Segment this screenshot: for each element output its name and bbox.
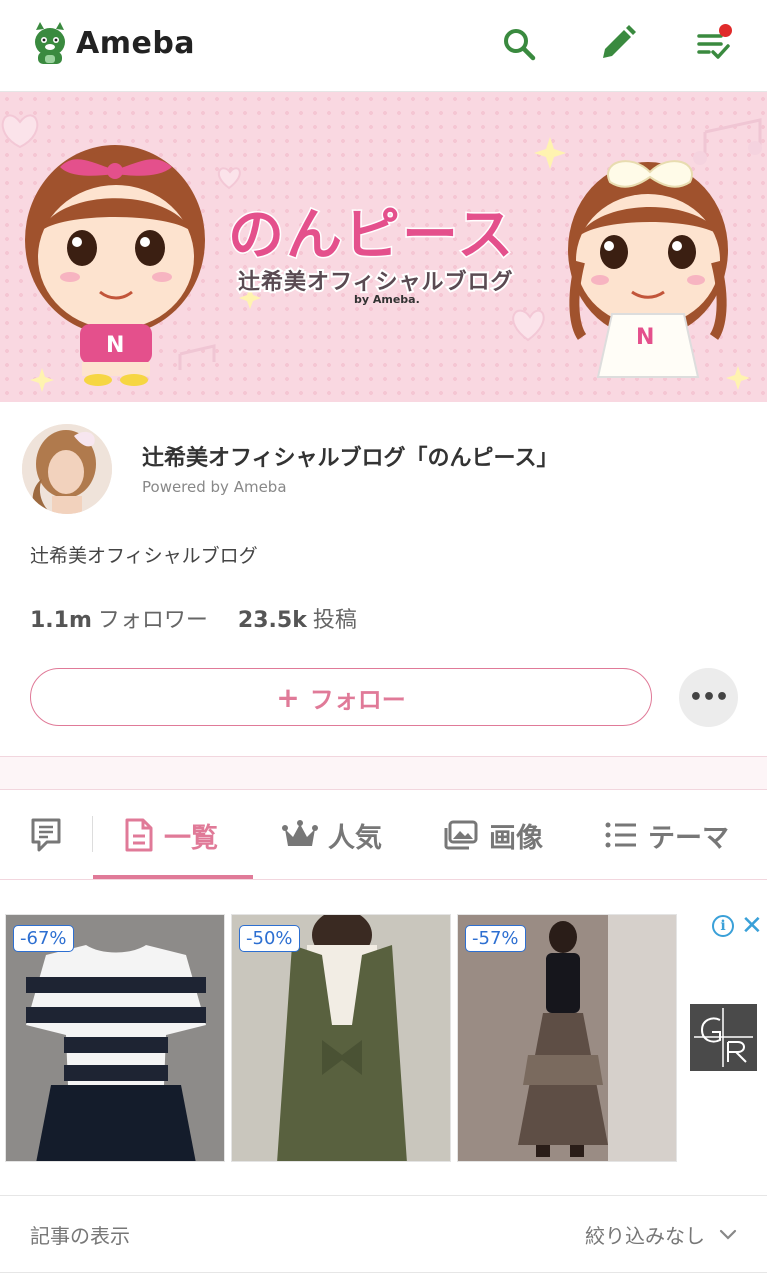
blog-avatar[interactable] [22,424,112,514]
list-icon [605,822,636,848]
blog-stats: 1.1m フォロワー 23.5k 投稿 [30,602,357,634]
followers-stat[interactable]: 1.1m フォロワー [30,602,208,634]
ad-item[interactable]: -67% [5,914,225,1162]
search-icon [504,29,536,61]
logo-text: Ameba [76,25,196,61]
filter-value: 絞り込みなし [585,1224,705,1248]
article-filter-select[interactable]: 絞り込みなし [585,1220,737,1249]
follow-button[interactable]: + フォロー [30,668,652,726]
app-header: Ameba [0,0,767,92]
banner-by-ameba: by Ameba. [354,293,420,306]
advertiser-logo-icon [690,1004,757,1071]
ad-item[interactable]: -50% [231,914,451,1162]
ad-item[interactable]: -57% [457,914,677,1162]
blog-description: 辻希美オフィシャルブログ [30,545,258,567]
comment-list-icon [31,818,61,852]
active-tab-indicator [93,875,253,879]
tab-theme-label: テーマ [648,822,729,854]
section-divider [0,756,767,790]
chevron-down-icon [719,1229,737,1240]
blog-title[interactable]: 辻希美オフィシャルブログ「のんピース」 [142,440,558,472]
more-options-button[interactable]: ••• [679,668,738,727]
discount-badge: -57% [465,925,526,952]
avatar-image [22,424,112,514]
powered-by-text: Powered by Ameba [142,478,287,496]
followers-label: フォロワー [97,608,208,633]
plus-icon: + [276,680,300,714]
ad-product-image [6,915,224,1161]
posts-stat: 23.5k 投稿 [238,602,357,634]
tab-popular-label: 人気 [328,822,382,854]
ad-product-image [232,915,450,1161]
discount-badge: -50% [239,925,300,952]
more-dots-icon: ••• [688,685,729,710]
pen-icon [603,25,636,58]
banner-title: のんピース [226,202,516,270]
discount-badge: -67% [13,925,74,952]
ad-product-image [458,915,676,1161]
ameba-mascot-icon [35,22,65,64]
blog-tabs: 一覧 人気 画像 テーマ [0,790,767,880]
svg-text:N: N [636,325,654,350]
svg-text:N: N [106,333,124,358]
document-icon [125,818,153,852]
blog-banner: N N のんピース 辻希美オフィシャルブログ by Ameba. [0,92,767,402]
search-button[interactable] [497,22,541,66]
tab-images[interactable]: 画像 [443,790,543,880]
write-button[interactable] [595,22,639,66]
ameba-logo[interactable]: Ameba [30,20,195,66]
advertiser-logo[interactable] [690,1004,757,1071]
ad-close-icon[interactable]: ✕ [741,911,763,941]
images-icon [444,820,478,850]
tab-list[interactable]: 一覧 [124,790,218,880]
crown-icon [282,820,318,846]
tab-theme[interactable]: テーマ [604,790,729,880]
notification-dot [719,24,732,37]
followers-count: 1.1m [30,608,92,633]
tab-list-label: 一覧 [164,822,218,854]
tab-separator [92,816,93,852]
banner-subtitle: 辻希美オフィシャルブログ [236,268,515,297]
tab-popular[interactable]: 人気 [282,790,382,880]
posts-label: 投稿 [312,608,357,633]
tab-feed[interactable] [30,790,62,880]
follow-label: フォロー [309,685,406,714]
tab-images-label: 画像 [489,822,543,854]
bottom-divider-line [0,1272,767,1273]
article-display-label: 記事の表示 [30,1224,130,1248]
ad-info-icon[interactable]: i [712,915,734,937]
section-divider-line [0,1195,767,1196]
feed-button[interactable] [692,22,736,66]
posts-count: 23.5k [237,608,307,633]
